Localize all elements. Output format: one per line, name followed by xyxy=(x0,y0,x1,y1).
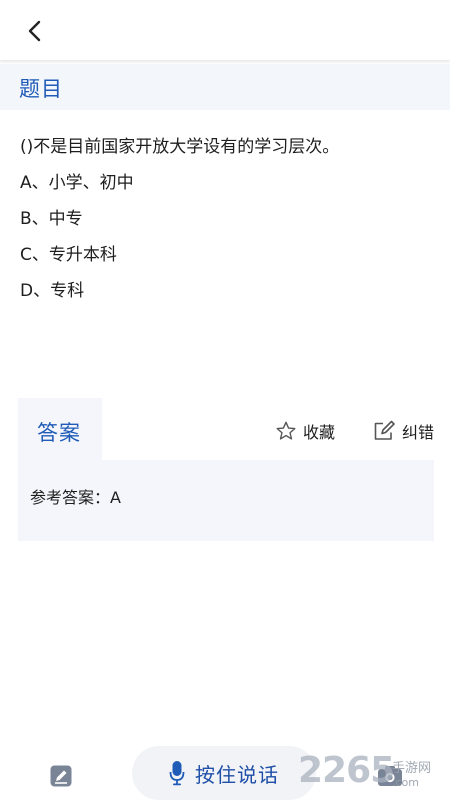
top-bar xyxy=(0,0,450,60)
chevron-left-icon xyxy=(28,20,41,42)
back-button[interactable] xyxy=(18,14,52,48)
answer-tab-label: 答案 xyxy=(37,421,81,445)
option-d[interactable]: D、专科 xyxy=(20,279,420,303)
watermark-url: .com xyxy=(392,776,419,789)
reference-answer: 参考答案：A xyxy=(30,488,121,507)
pencil-note-icon xyxy=(50,765,72,787)
watermark-name: 手游网 xyxy=(392,761,432,776)
section-title: 题目 xyxy=(19,77,63,101)
notes-button[interactable] xyxy=(49,764,73,788)
correct-label: 纠错 xyxy=(402,423,435,442)
star-icon xyxy=(276,421,296,440)
favorite-label: 收藏 xyxy=(303,423,336,442)
answer-tab: 答案 xyxy=(18,398,102,460)
answer-body: 参考答案：A xyxy=(18,460,434,541)
question-section-header: 题目 xyxy=(0,64,450,110)
option-b[interactable]: B、中专 xyxy=(20,207,420,231)
microphone-icon xyxy=(169,761,185,786)
push-to-talk-button[interactable]: 按住说话 xyxy=(132,746,316,800)
favorite-button[interactable]: 收藏 xyxy=(275,418,335,444)
watermark-number: 2265 xyxy=(298,750,395,791)
edit-note-icon xyxy=(374,420,395,440)
voice-label: 按住说话 xyxy=(195,762,279,787)
option-c[interactable]: C、专升本科 xyxy=(20,243,420,267)
watermark-logo: 2265 手游网 .com xyxy=(298,748,448,798)
question-text: ()不是目前国家开放大学设有的学习层次。 xyxy=(20,137,340,157)
correct-error-button[interactable]: 纠错 xyxy=(372,418,434,444)
option-a[interactable]: A、小学、初中 xyxy=(20,171,420,195)
